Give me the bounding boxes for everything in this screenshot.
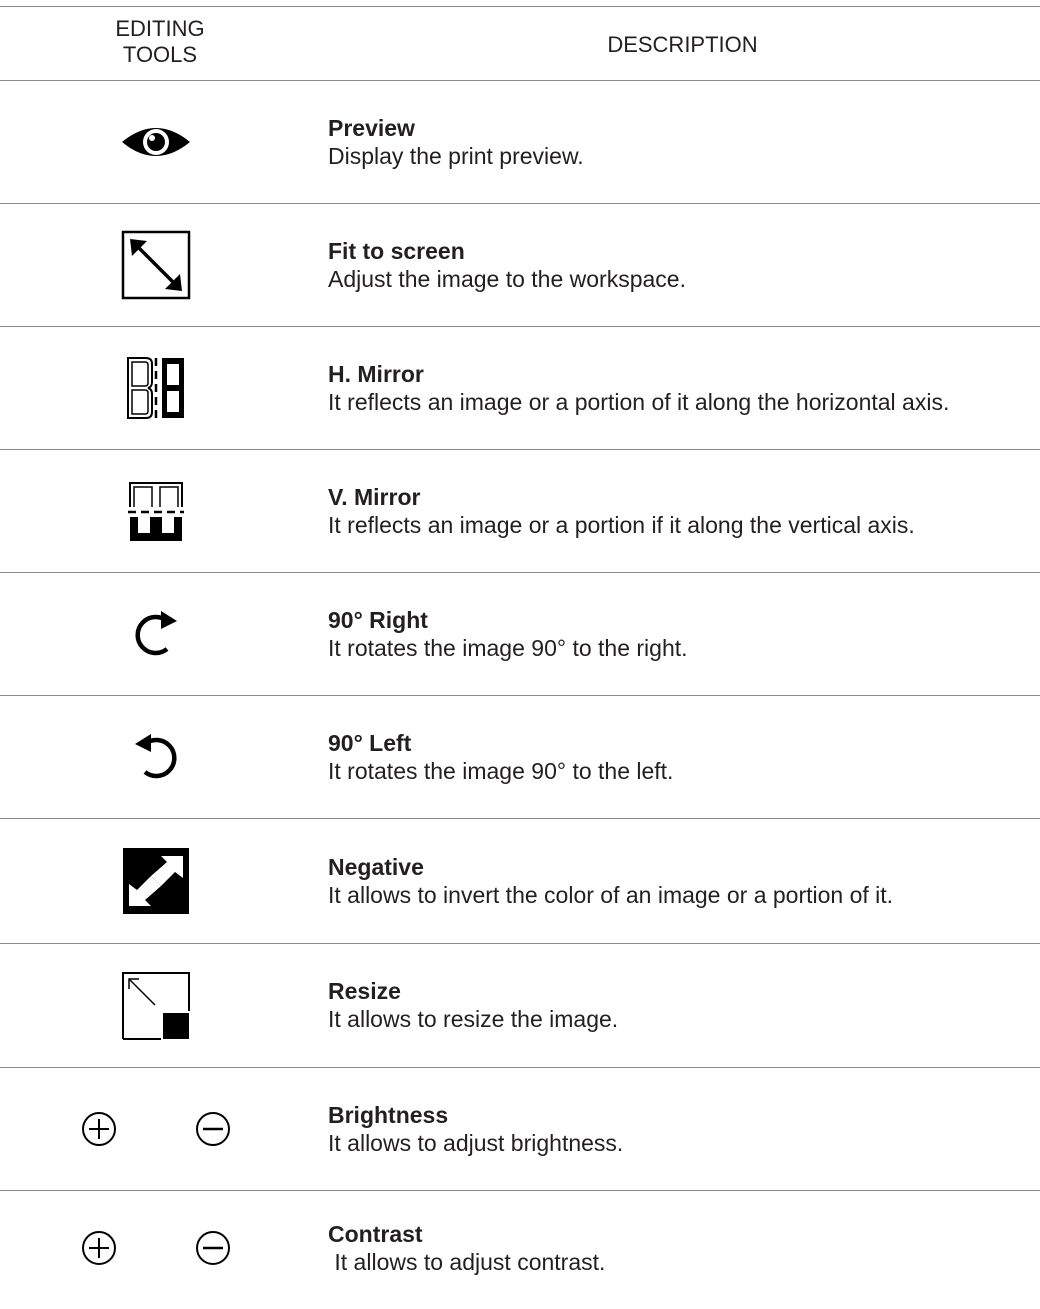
row-text: It reflects an image or a portion if it …: [328, 511, 915, 538]
row-title: H. Mirror: [328, 360, 424, 387]
description-cell: V. Mirror It reflects an image or a port…: [328, 450, 915, 572]
icon-cell: [0, 450, 312, 572]
fit-to-screen-icon: [121, 230, 191, 300]
rotate-right-icon: [135, 611, 177, 656]
horizontal-mirror-icon: [127, 357, 184, 419]
minus-circle-icon[interactable]: [195, 1230, 231, 1266]
description-cell: 90° Left It rotates the image 90° to the…: [328, 696, 673, 818]
icon-cell: [0, 327, 312, 449]
row-title: Preview: [328, 114, 415, 141]
eye-icon: [122, 128, 190, 156]
icon-cell: [0, 1191, 312, 1305]
row-title: V. Mirror: [328, 483, 421, 510]
row-text: It rotates the image 90° to the right.: [328, 634, 688, 661]
row-text: It allows to adjust brightness.: [328, 1129, 624, 1156]
row-title: Contrast: [328, 1220, 423, 1247]
table-row: V. Mirror It reflects an image or a port…: [0, 450, 1040, 572]
table-row: H. Mirror It reflects an image or a port…: [0, 327, 1040, 449]
header-editing-tools: EDITING TOOLS: [60, 16, 260, 68]
icon-cell: [0, 573, 312, 695]
table-row: Preview Display the print preview.: [0, 81, 1040, 203]
row-text: It reflects an image or a portion of it …: [328, 388, 950, 415]
description-cell: Contrast It allows to adjust contrast.: [328, 1191, 605, 1305]
icon-cell: [0, 1068, 312, 1190]
table-row: Resize It allows to resize the image.: [0, 944, 1040, 1067]
icon-cell: [0, 819, 312, 943]
table-row: 90° Left It rotates the image 90° to the…: [0, 696, 1040, 818]
row-title: Fit to screen: [328, 237, 465, 264]
header-description: DESCRIPTION: [607, 32, 758, 57]
icon-cell: [0, 696, 312, 818]
description-cell: Preview Display the print preview.: [328, 81, 584, 203]
icon-cell: [0, 944, 312, 1067]
table-row: Contrast It allows to adjust contrast.: [0, 1191, 1040, 1305]
row-title: 90° Left: [328, 729, 412, 756]
resize-icon: [122, 971, 190, 1040]
row-title: Brightness: [328, 1101, 449, 1128]
row-text: Adjust the image to the workspace.: [328, 265, 686, 292]
description-cell: Fit to screen Adjust the image to the wo…: [328, 204, 686, 326]
description-cell: Negative It allows to invert the color o…: [328, 819, 893, 943]
row-title: 90° Right: [328, 606, 428, 633]
row-text: It allows to invert the color of an imag…: [328, 881, 894, 908]
icon-cell: [0, 81, 312, 203]
description-cell: Resize It allows to resize the image.: [328, 944, 618, 1067]
row-text: It rotates the image 90° to the left.: [328, 757, 674, 784]
header-tools-line1: EDITING: [115, 16, 205, 41]
rotate-left-icon: [135, 734, 177, 779]
description-cell: H. Mirror It reflects an image or a port…: [328, 327, 949, 449]
minus-circle-icon[interactable]: [195, 1111, 231, 1147]
plus-circle-icon[interactable]: [81, 1230, 117, 1266]
row-title: Resize: [328, 978, 401, 1004]
description-cell: 90° Right It rotates the image 90° to th…: [328, 573, 688, 695]
table-row: Brightness It allows to adjust brightnes…: [0, 1068, 1040, 1190]
table-row: Fit to screen Adjust the image to the wo…: [0, 204, 1040, 326]
plus-circle-icon[interactable]: [81, 1111, 117, 1147]
row-text: It allows to adjust contrast.: [328, 1248, 606, 1275]
row-text: It allows to resize the image.: [328, 1006, 619, 1032]
vertical-mirror-icon: [128, 482, 184, 541]
negative-icon: [123, 848, 189, 914]
row-text: Display the print preview.: [328, 142, 584, 169]
table-top-rule: [0, 6, 1040, 7]
description-cell: Brightness It allows to adjust brightnes…: [328, 1068, 623, 1190]
table-row: Negative It allows to invert the color o…: [0, 819, 1040, 943]
header-tools-line2: TOOLS: [122, 42, 198, 67]
table-row: 90° Right It rotates the image 90° to th…: [0, 573, 1040, 695]
icon-cell: [0, 204, 312, 326]
row-title: Negative: [328, 853, 424, 880]
